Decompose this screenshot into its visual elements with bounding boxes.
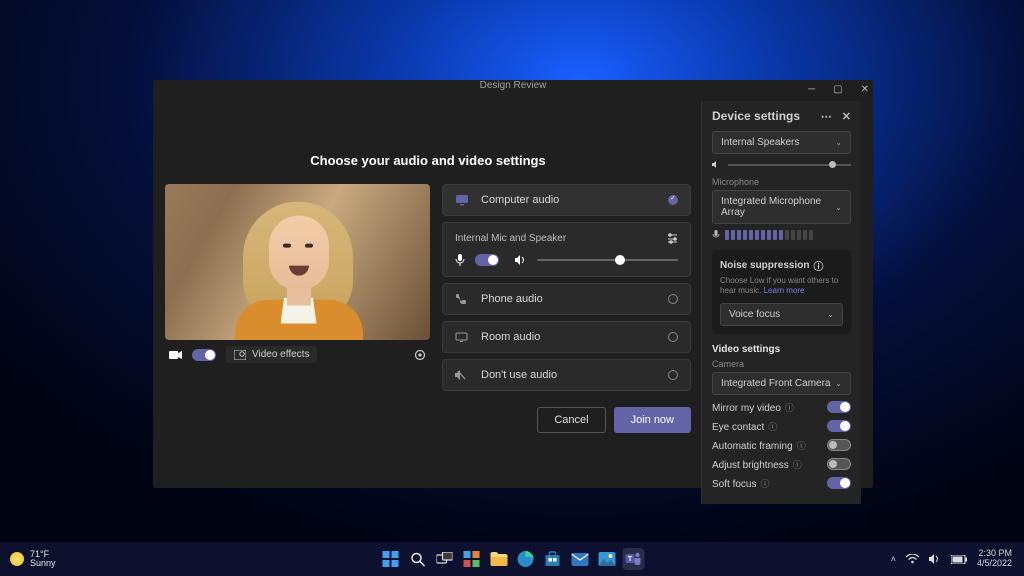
info-icon[interactable]: ⓘ: [793, 460, 802, 470]
audio-option-phone[interactable]: Phone audio: [442, 283, 691, 315]
cancel-button[interactable]: Cancel: [537, 407, 605, 433]
explorer-icon[interactable]: [488, 548, 510, 570]
speaker-dropdown[interactable]: Internal Speakers ⌄: [712, 131, 851, 154]
settings-sliders-icon[interactable]: [667, 233, 678, 244]
eyecontact-label: Eye contact: [712, 422, 764, 433]
edge-icon[interactable]: [515, 548, 537, 570]
audio-option-label: Room audio: [481, 331, 540, 343]
minimize-button[interactable]: ─: [808, 84, 815, 95]
computer-audio-subpanel: Internal Mic and Speaker: [442, 222, 691, 277]
computer-audio-icon: [455, 194, 469, 206]
camera-toggle[interactable]: [192, 349, 216, 361]
teams-icon[interactable]: T: [623, 548, 645, 570]
mute-icon: [455, 369, 469, 381]
mic-level-meter: [712, 230, 851, 240]
window-title: Design Review: [480, 80, 547, 91]
device-settings-panel: Device settings ⋯ ✕ Internal Speakers ⌄ …: [701, 101, 861, 504]
chevron-down-icon: ⌄: [835, 138, 842, 147]
info-icon[interactable]: ⓘ: [797, 441, 806, 451]
room-icon: [455, 332, 469, 342]
camera-icon: [169, 350, 182, 360]
mic-icon: [455, 254, 465, 266]
chevron-down-icon: ⌄: [827, 310, 834, 319]
close-button[interactable]: ✕: [861, 84, 869, 95]
search-button[interactable]: [407, 548, 429, 570]
info-icon[interactable]: ⓘ: [760, 479, 769, 489]
speaker-volume-icon: [712, 160, 722, 169]
battery-icon[interactable]: [951, 555, 967, 564]
chevron-down-icon: ⌄: [835, 203, 842, 212]
camera-section-label: Camera: [712, 359, 851, 369]
store-icon[interactable]: [542, 548, 564, 570]
audio-option-room[interactable]: Room audio: [442, 321, 691, 353]
camera-dropdown[interactable]: Integrated Front Camera ⌄: [712, 372, 851, 395]
noise-suppression-card: Noise suppressionⓘ Choose Low if you wan…: [712, 250, 851, 334]
volume-slider[interactable]: [537, 259, 678, 261]
info-icon[interactable]: ⓘ: [813, 258, 823, 273]
softfocus-label: Soft focus: [712, 479, 756, 490]
audio-option-computer[interactable]: Computer audio: [442, 184, 691, 216]
mic-dropdown[interactable]: Integrated Microphone Array ⌄: [712, 190, 851, 224]
camera-preview: [165, 184, 430, 340]
more-icon[interactable]: ⋯: [821, 110, 832, 123]
audio-option-label: Don't use audio: [481, 369, 557, 381]
phone-icon: [455, 293, 469, 305]
mail-icon[interactable]: [569, 548, 591, 570]
wifi-icon[interactable]: [906, 554, 919, 564]
eyecontact-toggle[interactable]: [827, 420, 851, 432]
taskbar: 71°F Sunny T ˄ 2:30 PM 4/5/2022: [0, 542, 1024, 576]
clock-date: 4/5/2022: [977, 559, 1012, 569]
speaker-icon: [515, 255, 527, 265]
brightness-label: Adjust brightness: [712, 460, 789, 471]
panel-title: Device settings: [712, 109, 800, 123]
sun-icon: [10, 552, 24, 566]
camera-value: Integrated Front Camera: [721, 378, 831, 389]
noise-mode-dropdown[interactable]: Voice focus ⌄: [720, 303, 843, 326]
mirror-label: Mirror my video: [712, 403, 781, 414]
mic-toggle[interactable]: [475, 254, 499, 266]
speaker-volume-slider[interactable]: [728, 164, 851, 166]
brightness-toggle[interactable]: [827, 458, 851, 470]
taskview-button[interactable]: [434, 548, 456, 570]
maximize-button[interactable]: ▢: [833, 84, 842, 95]
close-panel-button[interactable]: ✕: [842, 110, 851, 123]
autoframe-label: Automatic framing: [712, 441, 793, 452]
page-title: Choose your audio and video settings: [165, 153, 691, 168]
audio-option-label: Phone audio: [481, 293, 543, 305]
teams-prejoin-window: Design Review ─ ▢ ✕ Choose your audio an…: [153, 80, 873, 488]
autoframe-toggle[interactable]: [827, 439, 851, 451]
info-icon[interactable]: ⓘ: [768, 422, 777, 432]
start-button[interactable]: [380, 548, 402, 570]
noise-mode-value: Voice focus: [729, 309, 780, 320]
chevron-up-icon[interactable]: ˄: [891, 554, 896, 564]
join-button[interactable]: Join now: [614, 407, 691, 433]
mirror-toggle[interactable]: [827, 401, 851, 413]
audio-device-label: Internal Mic and Speaker: [455, 233, 566, 244]
audio-option-none[interactable]: Don't use audio: [442, 359, 691, 391]
video-effects-button[interactable]: Video effects: [226, 346, 317, 363]
learn-more-link[interactable]: Learn more: [764, 286, 805, 295]
chevron-down-icon: ⌄: [835, 379, 842, 388]
svg-text:T: T: [628, 556, 633, 563]
mic-meter-icon: [712, 230, 720, 240]
effects-icon: [234, 350, 246, 360]
gear-icon[interactable]: [414, 349, 426, 361]
video-effects-label: Video effects: [252, 349, 309, 360]
softfocus-toggle[interactable]: [827, 477, 851, 489]
volume-tray-icon[interactable]: [929, 554, 941, 564]
system-tray[interactable]: ˄ 2:30 PM 4/5/2022: [891, 549, 1024, 569]
video-settings-title: Video settings: [712, 344, 851, 355]
info-icon[interactable]: ⓘ: [785, 403, 794, 413]
window-controls: ─ ▢ ✕: [808, 84, 869, 95]
noise-title: Noise suppression: [720, 260, 809, 271]
mic-value: Integrated Microphone Array: [721, 196, 835, 218]
weather-widget[interactable]: 71°F Sunny: [0, 550, 56, 569]
photos-icon[interactable]: [596, 548, 618, 570]
widgets-icon[interactable]: [461, 548, 483, 570]
speaker-value: Internal Speakers: [721, 137, 799, 148]
titlebar: Design Review ─ ▢ ✕: [153, 80, 873, 91]
weather-cond: Sunny: [30, 559, 56, 568]
mic-section-label: Microphone: [712, 177, 851, 187]
audio-option-label: Computer audio: [481, 194, 559, 206]
